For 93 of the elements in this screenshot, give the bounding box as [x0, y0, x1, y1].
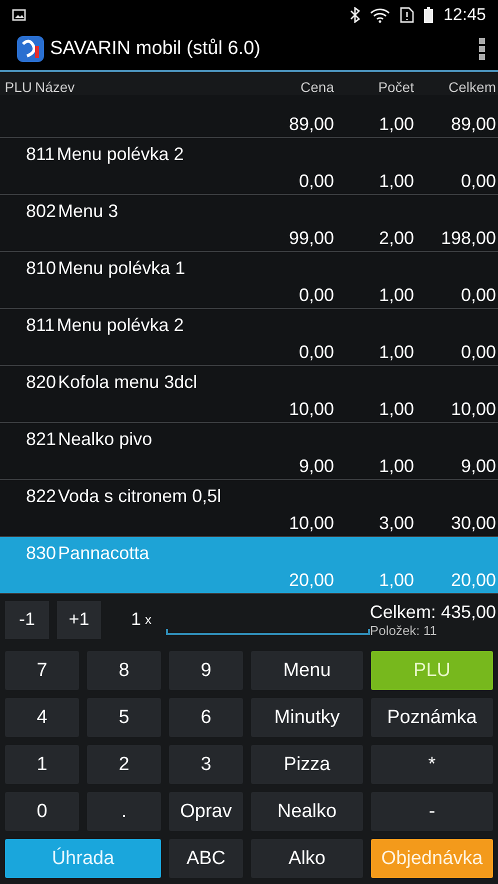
- item-name: Menu polévka 1: [58, 258, 186, 280]
- order-row[interactable]: 811 Menu polévka 2 0,00 1,00 0,00: [0, 309, 498, 366]
- item-name: Kofola menu 3dcl: [58, 372, 198, 394]
- price-value: 0,00: [298, 171, 334, 192]
- item-name: Voda s citronem 0,5l: [58, 486, 222, 508]
- order-row[interactable]: 89,00 1,00 89,00: [0, 95, 498, 138]
- price-value: 0,00: [298, 285, 334, 306]
- keypad-button[interactable]: 6: [169, 698, 243, 737]
- order-total: Celkem: 435,00: [370, 602, 496, 623]
- total-value: 0,00: [460, 171, 496, 192]
- keypad-button[interactable]: Oprav: [169, 792, 243, 831]
- item-name: Menu polévka 2: [56, 144, 184, 166]
- order-row[interactable]: 821 Nealko pivo 9,00 1,00 9,00: [0, 423, 498, 480]
- quantity-value: 2,00: [378, 228, 414, 250]
- keypad-button[interactable]: 2: [87, 745, 161, 784]
- order-row[interactable]: 820 Kofola menu 3dcl 10,00 1,00 10,00: [0, 366, 498, 424]
- increment-button[interactable]: +1: [57, 600, 101, 639]
- order-row[interactable]: 822Voda s citronem 0,5l 10,00 3,00 30,00: [0, 480, 498, 538]
- app-title: SAVARIN mobil (stůl 6.0): [50, 38, 262, 60]
- keypad-button[interactable]: Alko: [251, 839, 363, 878]
- total-value: 10,00: [450, 399, 496, 420]
- price-value: 10,00: [288, 513, 334, 534]
- price-value: 89,00: [288, 114, 334, 136]
- total-value: 0,00: [460, 285, 496, 306]
- quantity-value: 1,00: [378, 171, 414, 192]
- keypad-button[interactable]: 7: [5, 651, 79, 690]
- item-name: Menu polévka 2: [56, 315, 184, 336]
- keypad-button[interactable]: ABC: [169, 839, 243, 878]
- quantity-value: 1,00: [378, 114, 414, 136]
- item-count: Položek: 11: [370, 622, 437, 638]
- quantity-value: 1,00: [378, 570, 414, 592]
- quantity-value: 1,00: [378, 342, 414, 364]
- column-header: Název: [34, 79, 75, 96]
- plu-code: 802: [26, 201, 56, 222]
- bluetooth-icon: [350, 6, 360, 23]
- times-sign: x: [145, 612, 152, 628]
- order-row[interactable]: 802 Menu 3 99,00 2,00 198,00: [0, 195, 498, 252]
- item-name: Pannacotta: [58, 543, 150, 564]
- wifi-icon: [370, 6, 390, 23]
- plu-code: 830: [26, 543, 56, 564]
- sim-alert-icon: [400, 6, 414, 23]
- battery-icon: [424, 6, 434, 23]
- price-value: 9,00: [298, 456, 334, 478]
- column-header: Cena: [300, 79, 334, 96]
- keypad-button[interactable]: 9: [169, 651, 243, 690]
- plu-code: 822: [26, 486, 56, 508]
- keypad-button[interactable]: 5: [87, 698, 161, 737]
- plu-code: 811: [26, 315, 55, 336]
- quantity-value: 3,00: [378, 513, 414, 534]
- keypad-button[interactable]: 3: [169, 745, 243, 784]
- quantity-value: 1,00: [378, 399, 414, 420]
- overflow-menu-icon[interactable]: [478, 37, 486, 62]
- order-row[interactable]: 811 Menu polévka 2 0,00 1,00 0,00: [0, 138, 498, 196]
- total-value: 9,00: [460, 456, 496, 478]
- keypad-button[interactable]: Minutky: [251, 698, 363, 737]
- plu-code: 811: [26, 144, 55, 166]
- keypad-button[interactable]: .: [87, 792, 161, 831]
- keypad-button[interactable]: 1: [5, 745, 79, 784]
- item-name: Nealko pivo: [58, 429, 152, 450]
- total-value: 198,00: [440, 228, 496, 250]
- column-header: Celkem: [448, 79, 496, 96]
- keypad-button[interactable]: 8: [87, 651, 161, 690]
- price-value: 0,00: [298, 342, 334, 364]
- column-header: Počet: [378, 79, 414, 96]
- plu-code: 810: [26, 258, 56, 280]
- keypad-button[interactable]: Pizza: [251, 745, 363, 784]
- plu-code: 820: [26, 372, 56, 394]
- decrement-button[interactable]: -1: [5, 600, 49, 639]
- total-value: 30,00: [450, 513, 496, 534]
- keypad-button[interactable]: Poznámka: [371, 698, 493, 737]
- quantity-value: 1,00: [378, 285, 414, 306]
- item-name: Menu 3: [58, 201, 118, 222]
- keypad-button[interactable]: 4: [5, 698, 79, 737]
- input-field[interactable]: [166, 629, 370, 635]
- total-value: 89,00: [450, 114, 496, 136]
- order-row[interactable]: 810 Menu polévka 1 0,00 1,00 0,00: [0, 252, 498, 310]
- price-value: 20,00: [288, 570, 334, 592]
- keypad-button[interactable]: Menu: [251, 651, 363, 690]
- image-icon: [12, 8, 26, 21]
- plu-code: 821: [26, 429, 56, 450]
- total-value: 20,00: [450, 570, 496, 592]
- keypad-button[interactable]: -: [371, 792, 493, 831]
- quantity-value: 1: [131, 609, 142, 630]
- clock-time: 12:45: [443, 4, 486, 25]
- price-value: 99,00: [288, 228, 334, 250]
- column-header: PLU: [4, 79, 32, 96]
- keypad-button[interactable]: Nealko: [251, 792, 363, 831]
- price-value: 10,00: [288, 399, 334, 420]
- keypad-button[interactable]: *: [371, 745, 493, 784]
- quantity-value: 1,00: [378, 456, 414, 478]
- app-logo-icon: [16, 34, 46, 64]
- keypad-button[interactable]: 0: [5, 792, 79, 831]
- total-value: 0,00: [460, 342, 496, 364]
